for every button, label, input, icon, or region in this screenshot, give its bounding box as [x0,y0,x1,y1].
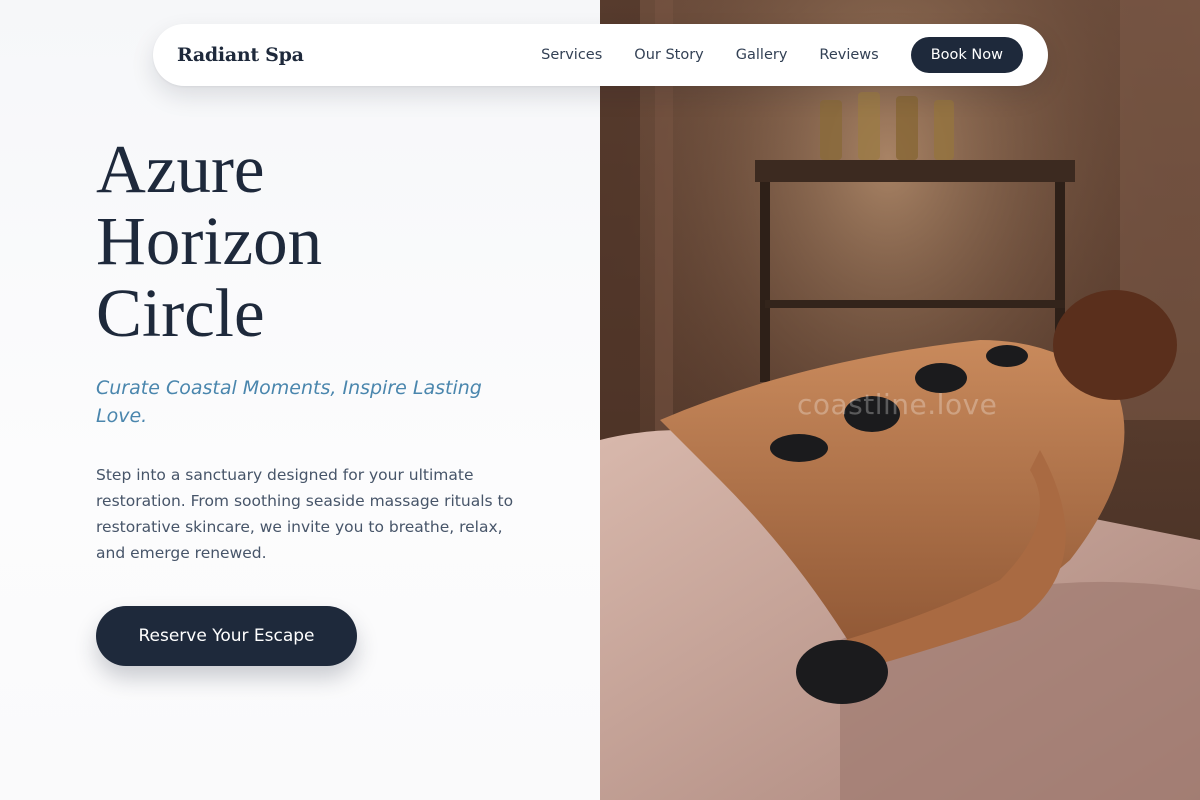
watermark-text: coastline.love [797,388,998,421]
nav-link-our-story[interactable]: Our Story [634,47,703,63]
hero-description: Step into a sanctuary designed for your … [96,466,514,562]
navbar: Radiant Spa Services Our Story Gallery R… [153,24,1048,86]
reserve-escape-button[interactable]: Reserve Your Escape [96,606,357,666]
hero-title: Azure Horizon Circle [96,133,322,349]
hero-title-line-2: Horizon [96,203,323,279]
nav-link-reviews[interactable]: Reviews [819,47,878,63]
book-now-button[interactable]: Book Now [910,37,1023,73]
hero-title-line-3: Circle [96,275,265,351]
nav-link-services[interactable]: Services [541,47,602,63]
brand-logo[interactable]: Radiant Spa [177,44,304,66]
hero-title-line-1: Azure [96,131,265,207]
nav-link-gallery[interactable]: Gallery [736,47,788,63]
hero-photo: coastline.love [600,0,1200,800]
hero-tagline: Curate Coastal Moments, Inspire Lasting … [96,377,482,427]
nav-links: Services Our Story Gallery Reviews Book … [541,37,1023,73]
